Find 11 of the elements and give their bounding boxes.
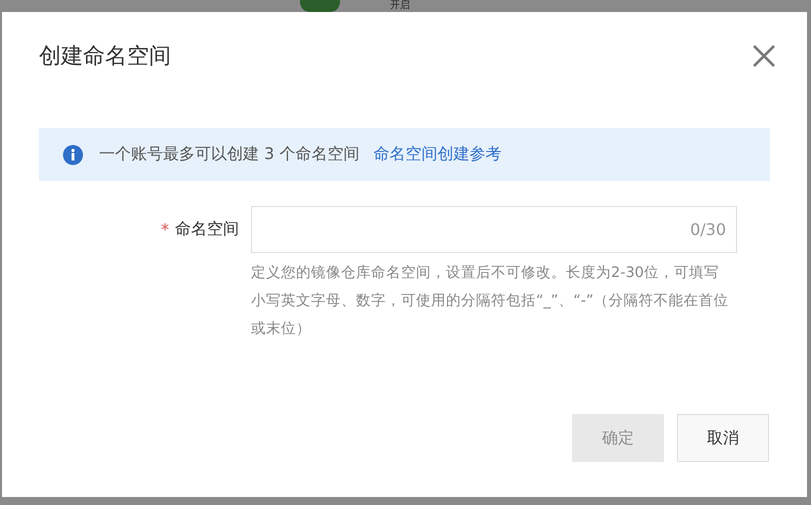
namespace-input[interactable]: 0/30: [251, 206, 737, 253]
help-text: 定义您的镜像仓库命名空间，设置后不可修改。长度为2-30位，可填写小写英文字母、数字，可使用的分隔符包括“_”、“-”（分隔符不能在首位或末位）: [251, 264, 730, 339]
info-icon: [63, 144, 83, 164]
character-counter: 0/30: [690, 220, 726, 239]
dialog-title: 创建命名空间: [39, 43, 171, 71]
required-mark: *: [161, 220, 169, 239]
notice-text: 一个账号最多可以创建 3 个命名空间: [99, 144, 360, 165]
cancel-button[interactable]: 取消: [677, 414, 769, 462]
field-label: 命名空间: [175, 219, 239, 240]
close-icon[interactable]: [752, 44, 776, 68]
reference-link[interactable]: 命名空间创建参考: [373, 144, 502, 165]
